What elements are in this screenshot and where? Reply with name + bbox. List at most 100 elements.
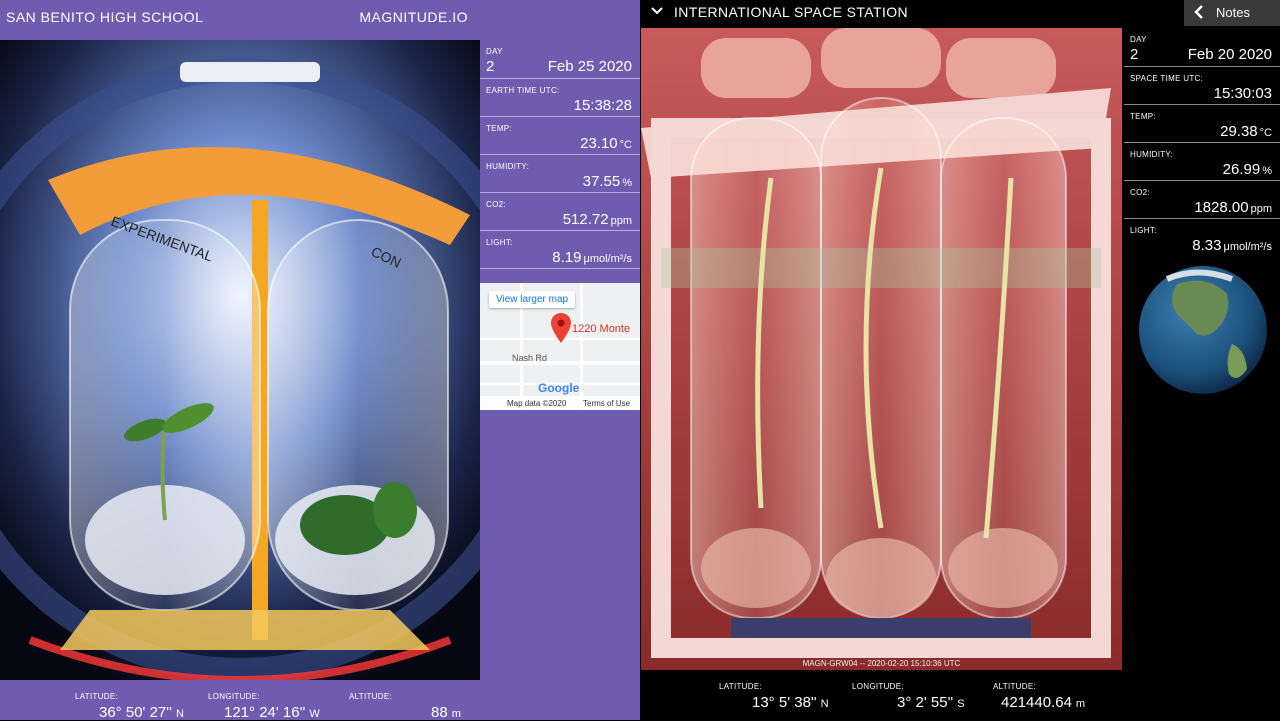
humidity-unit: % [622,177,632,189]
altitude-label: ALTITUDE: [993,682,1037,691]
map-pin-icon[interactable] [551,313,571,343]
latitude-readout: 36° 50' 27'' N [99,704,184,721]
earth-co2-stat: CO2: 512.72 ppm [480,193,640,231]
longitude-value: 121° 24' 16'' [224,704,306,721]
longitude-readout: 3° 2' 55'' S [897,694,965,711]
map-road [580,283,583,410]
humidity-label: HUMIDITY: [486,162,530,171]
iss-stats: DAY 2 Feb 20 2020 SPACE TIME UTC: 15:30:… [1124,28,1280,256]
temp-unit: °C [619,139,632,151]
chevron-down-icon[interactable] [650,4,664,18]
co2-label: CO2: [486,200,506,209]
light-readout: 8.33 μmol/m²/s [1192,237,1272,254]
time-value: 15:38:28 [573,97,632,114]
co2-unit: ppm [610,215,632,227]
time-label: EARTH TIME UTC: [486,86,560,95]
earth-light-stat: LIGHT: 8.19 μmol/m²/s [480,231,640,269]
light-readout: 8.19 μmol/m²/s [552,249,632,266]
google-logo: Google [538,381,579,395]
iss-camera-caption: MAGN-GRW04 -- 2020-02-20 15:10:36 UTC [802,659,961,668]
school-name: SAN BENITO HIGH SCHOOL [6,9,204,25]
map-road [480,361,640,365]
day-value: 2 [1130,46,1139,63]
time-value: 15:30:03 [1213,85,1272,102]
earth-temp-stat: TEMP: 23.10 °C [480,117,640,155]
humidity-unit: % [1262,165,1272,177]
altitude-unit: m [451,708,461,720]
light-value: 8.33 [1192,237,1222,254]
location-map[interactable]: View larger map 1220 Monte Nash Rd Googl… [480,283,640,410]
iss-humidity-stat: HUMIDITY: 26.99% [1124,143,1280,181]
notes-button[interactable]: Notes [1184,0,1280,26]
map-street-label: Nash Rd [512,353,548,363]
latitude-label: LATITUDE: [75,692,119,701]
iss-chamber-image [641,28,1122,670]
iss-day-stat: DAY 2 Feb 20 2020 [1124,28,1280,67]
longitude-readout: 121° 24' 16'' W [224,704,320,721]
latitude-value: 13° 5' 38'' [752,694,817,711]
latitude-value: 36° 50' 27'' [99,704,172,721]
humidity-readout: 26.99% [1223,161,1272,178]
temp-label: TEMP: [1130,112,1156,121]
humidity-readout: 37.55% [583,173,632,190]
iss-header[interactable]: INTERNATIONAL SPACE STATION [640,0,1124,26]
view-larger-map-button[interactable]: View larger map [489,291,576,308]
light-label: LIGHT: [1130,226,1157,235]
longitude-dir: W [309,708,320,720]
longitude-dir: S [957,698,965,710]
map-address: 1220 Monte [572,323,631,335]
earth-day-stat: DAY 2 Feb 25 2020 [480,40,640,79]
map-terms-link[interactable]: Terms of Use [583,399,630,408]
co2-value: 1828.00 [1194,199,1249,216]
earth-panel: SAN BENITO HIGH SCHOOL MAGNITUDE.IO EXPE… [0,0,640,721]
google-logo-text: Google [538,381,580,395]
temp-readout: 23.10 °C [580,135,632,152]
latitude-readout: 13° 5' 38'' N [752,694,829,711]
light-value: 8.19 [552,249,582,266]
temp-readout: 29.38 °C [1220,123,1272,140]
day-label: DAY [1130,35,1147,44]
temp-unit: °C [1259,127,1272,139]
chevron-left-icon [1194,5,1203,19]
altitude-label: ALTITUDE: [349,692,393,701]
latitude-dir: N [175,708,184,720]
light-label: LIGHT: [486,238,513,247]
temp-value: 29.38 [1220,123,1258,140]
earth-camera-feed: EXPERIMENTAL CON [0,40,480,680]
co2-label: CO2: [1130,188,1150,197]
longitude-value: 3° 2' 55'' [897,694,954,711]
temp-label: TEMP: [486,124,512,133]
co2-value: 512.72 [562,211,609,228]
earth-globe-icon [1139,266,1267,394]
co2-readout: 512.72 ppm [563,211,632,228]
altitude-readout: 88 m [431,704,461,721]
humidity-value: 26.99 [1222,161,1261,178]
earth-location-bar: LATITUDE: 36° 50' 27'' N LONGITUDE: 121° … [0,680,480,721]
notes-label: Notes [1216,5,1250,20]
altitude-value: 88 [431,704,448,721]
earth-header: SAN BENITO HIGH SCHOOL MAGNITUDE.IO [0,0,480,32]
latitude-dir: N [820,698,829,710]
iss-co2-stat: CO2: 1828.00 ppm [1124,181,1280,219]
latitude-label: LATITUDE: [719,682,763,691]
iss-camera-feed: MAGN-GRW04 -- 2020-02-20 15:10:36 UTC [641,28,1122,670]
altitude-unit: m [1075,698,1086,710]
day-label: DAY [486,47,503,56]
brand-name: MAGNITUDE.IO [359,9,468,25]
temp-value: 23.10 [580,135,618,152]
altitude-value: 421440.64 [1001,694,1072,711]
longitude-label: LONGITUDE: [208,692,260,701]
time-label: SPACE TIME UTC: [1130,74,1204,83]
iss-temp-stat: TEMP: 29.38 °C [1124,105,1280,143]
map-footer: Map data ©2020 Terms of Use [480,396,640,410]
iss-time-stat: SPACE TIME UTC: 15:30:03 [1124,67,1280,105]
day-value: 2 [486,58,495,75]
light-unit: μmol/m²/s [583,253,632,265]
date-value: Feb 25 2020 [547,58,632,75]
light-unit: μmol/m²/s [1223,241,1272,253]
earth-chamber-image: EXPERIMENTAL CON [0,40,480,680]
earth-time-stat: EARTH TIME UTC: 15:38:28 [480,79,640,117]
co2-unit: ppm [1250,203,1272,215]
earth-stats: DAY 2 Feb 25 2020 EARTH TIME UTC: 15:38:… [480,40,640,269]
iss-title: INTERNATIONAL SPACE STATION [674,4,909,20]
